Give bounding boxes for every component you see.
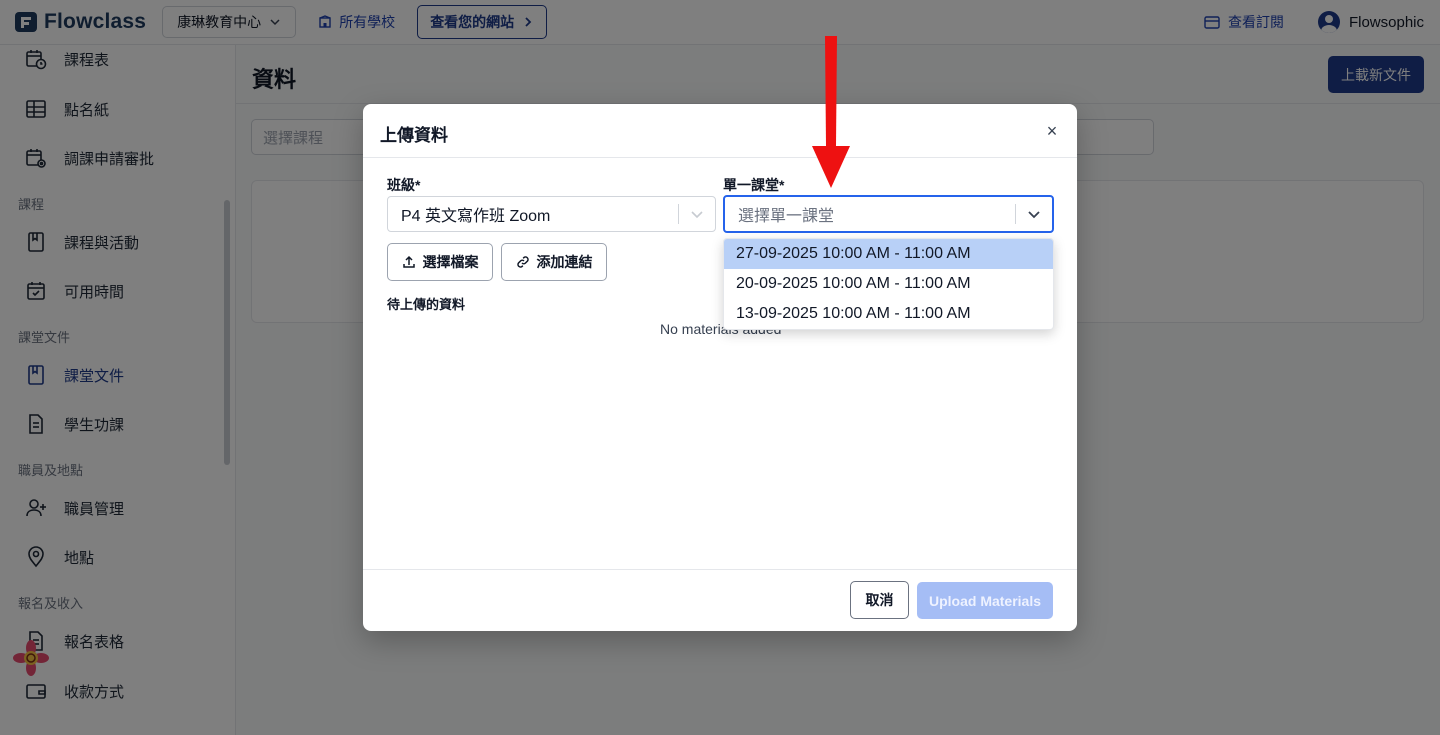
class-label: 班級*: [387, 177, 421, 193]
cancel-button[interactable]: 取消: [850, 581, 909, 619]
lesson-label: 單一課堂*: [723, 177, 785, 193]
choose-file-label: 選擇檔案: [422, 254, 479, 270]
class-select-value: P4 英文寫作班 Zoom: [401, 208, 551, 225]
lesson-option[interactable]: 27-09-2025 10:00 AM - 11:00 AM: [724, 239, 1053, 269]
close-icon[interactable]: ×: [1044, 122, 1060, 140]
lesson-option[interactable]: 13-09-2025 10:00 AM - 11:00 AM: [724, 299, 1053, 329]
pending-materials-label: 待上傳的資料: [387, 297, 466, 312]
class-select[interactable]: P4 英文寫作班 Zoom: [387, 196, 716, 232]
chevron-down-icon: [679, 207, 715, 221]
lesson-select-placeholder: 選擇單一課堂: [738, 208, 835, 225]
upload-materials-modal: 上傳資料 × 班級* P4 英文寫作班 Zoom 單一課堂* 選擇單一課堂 選擇…: [363, 104, 1077, 631]
lesson-select[interactable]: 選擇單一課堂: [723, 195, 1054, 233]
modal-title: 上傳資料: [380, 126, 448, 145]
add-link-button[interactable]: 添加連結: [501, 243, 607, 281]
upload-icon: [402, 255, 415, 268]
modal-divider: [363, 157, 1077, 158]
lesson-options-menu: 27-09-2025 10:00 AM - 11:00 AM 20-09-202…: [723, 238, 1054, 330]
lesson-option[interactable]: 20-09-2025 10:00 AM - 11:00 AM: [724, 269, 1053, 299]
annotation-arrow-icon: [812, 36, 850, 188]
chevron-down-icon: [1016, 207, 1052, 221]
modal-divider: [363, 569, 1077, 570]
add-link-label: 添加連結: [536, 254, 593, 270]
choose-file-button[interactable]: 選擇檔案: [387, 243, 493, 281]
upload-materials-button[interactable]: Upload Materials: [917, 582, 1053, 619]
link-icon: [516, 256, 529, 268]
